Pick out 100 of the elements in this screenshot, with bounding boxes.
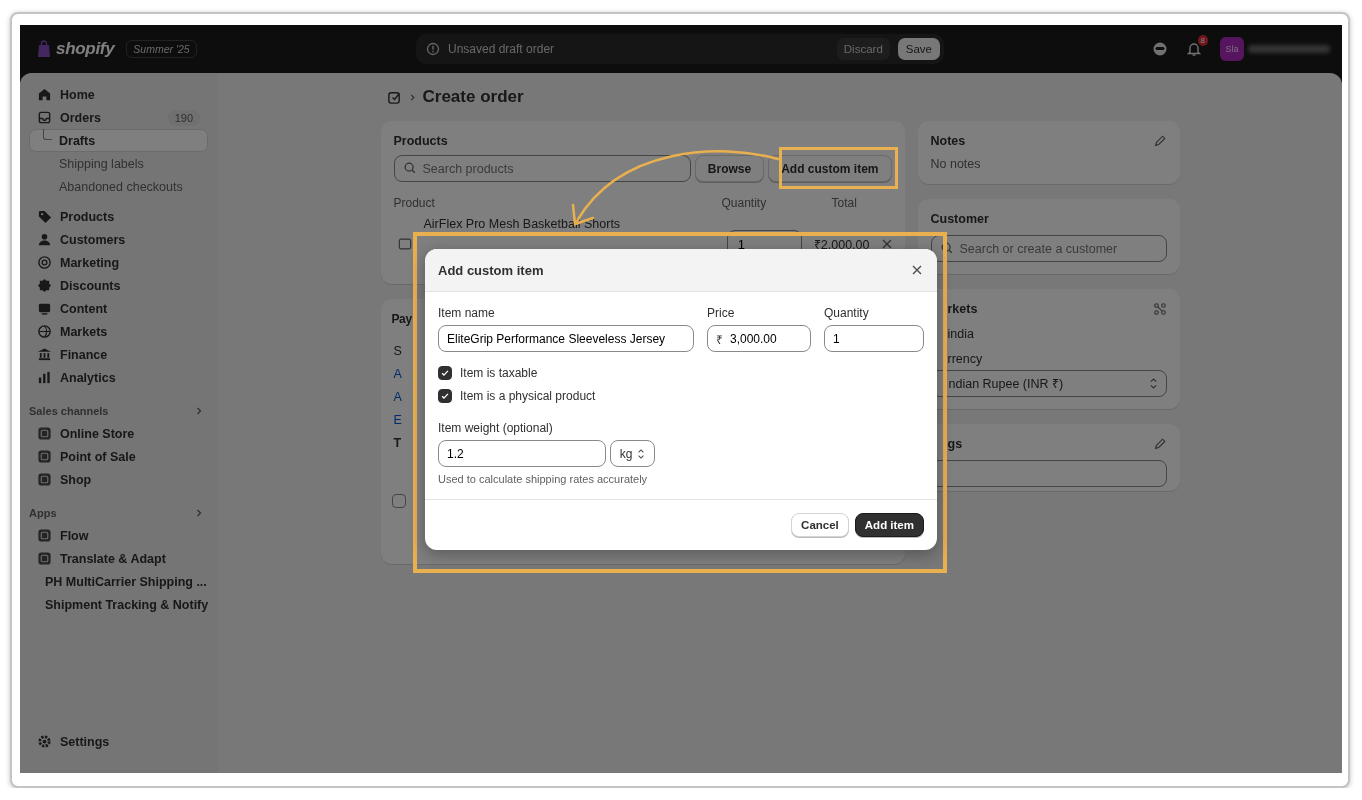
help-text: Used to calculate shipping rates accurately [438, 473, 649, 485]
home-icon [37, 87, 52, 102]
shopping-bag-logo-icon [36, 40, 52, 58]
input-field[interactable]: EliteGrip Performance Sleeveless Jersey [438, 325, 694, 352]
input-field[interactable]: 1 [824, 325, 924, 352]
checkbox[interactable] [438, 366, 452, 380]
checkbox[interactable] [438, 389, 452, 403]
nav-item[interactable]: Products [29, 205, 208, 228]
section-heading: Sales channels [29, 404, 109, 417]
nav-item[interactable]: Finance [29, 343, 208, 366]
customer-search-field[interactable]: Search or create a customer [930, 235, 1167, 262]
nav-subitem[interactable]: Shipping labels [29, 152, 208, 175]
section-heading: Apps [29, 506, 57, 519]
nav-subitem[interactable]: Abandoned checkouts [29, 175, 208, 198]
notes-text: No notes [930, 157, 982, 171]
close-icon [912, 265, 922, 275]
globe-icon [37, 324, 52, 339]
dialog-title: Add custom item [438, 262, 544, 278]
edition-badge: Summer '25 [126, 40, 197, 58]
remove-icon[interactable] [881, 239, 892, 249]
updown-chevron-icon [1148, 377, 1158, 390]
nav-item[interactable]: Markets [29, 320, 208, 343]
nav-item[interactable]: Home [29, 83, 208, 106]
status-text: Unsaved draft order [448, 42, 556, 56]
app-icon [37, 449, 52, 464]
notification-count: 8 [1197, 35, 1208, 46]
settings-icon [37, 734, 52, 749]
browse-button[interactable]: Browse [694, 155, 765, 182]
pencil-icon[interactable] [1152, 437, 1167, 451]
bell-icon[interactable] [1186, 41, 1202, 57]
weight-field[interactable]: 1.2 [438, 440, 606, 467]
checkmark-icon [440, 391, 450, 401]
nav-item[interactable]: Online Store [29, 422, 208, 445]
discard-button[interactable]: Discard [836, 38, 890, 60]
badge-icon [37, 278, 52, 293]
bar-chart-icon [37, 370, 52, 385]
chevron-right-icon[interactable] [194, 405, 204, 416]
nav-item[interactable]: Orders 190 [29, 106, 208, 129]
app-icon [37, 528, 52, 543]
line-total: ₹2,000.00 [813, 236, 870, 253]
unit-select[interactable]: kg [610, 440, 655, 467]
cancel-button[interactable]: Cancel [791, 513, 849, 537]
column-header: Total [831, 196, 858, 210]
field-label: Quantity [824, 306, 870, 320]
payment-label: T [393, 435, 403, 451]
count-badge: 190 [167, 109, 200, 126]
tree-connector [43, 129, 52, 140]
inbox-icon [37, 110, 52, 125]
nav-subitem[interactable]: Drafts [29, 129, 208, 152]
nav-item[interactable]: Flow [29, 524, 208, 547]
field-label: Item weight (optional) [438, 421, 554, 435]
card-title: Pay [391, 311, 412, 327]
add-item-button[interactable]: Add item [854, 513, 924, 537]
nav-item[interactable]: Point of Sale [29, 445, 208, 468]
nav-item[interactable]: Analytics [29, 366, 208, 389]
bank-icon [37, 347, 52, 362]
avatar[interactable]: Sla [1220, 37, 1244, 61]
pencil-icon[interactable] [1152, 134, 1167, 148]
checkbox[interactable] [391, 494, 406, 508]
add-custom-item-button[interactable]: Add custom item [768, 155, 892, 182]
field-label: Price [707, 306, 736, 320]
column-header: Quantity [721, 196, 768, 210]
app-icon [37, 551, 52, 566]
payment-label: S [393, 343, 403, 359]
field-label: Item name [438, 306, 496, 320]
nav-item[interactable]: Shipment Tracking & Notify [29, 593, 208, 616]
card-title: rkets [946, 301, 978, 317]
page-title: Create order [422, 87, 524, 107]
field-label: rrency [946, 352, 984, 366]
checkbox-label[interactable]: Item is taxable [460, 366, 538, 380]
card-title: Customer [930, 211, 989, 227]
search-field[interactable]: Search products [393, 155, 691, 182]
nav-item[interactable]: Settings [29, 730, 208, 753]
image-placeholder-icon [397, 237, 412, 251]
card-title: Notes [930, 133, 966, 149]
nav-item[interactable]: Shop [29, 468, 208, 491]
nav-item[interactable]: Discounts [29, 274, 208, 297]
nav-item[interactable]: PH MultiCarrier Shipping ... [29, 570, 208, 593]
nav-item[interactable]: Content [29, 297, 208, 320]
card-title: gs [946, 436, 963, 452]
logo-wordmark[interactable]: shopify [56, 39, 115, 59]
checkmark-icon [440, 368, 450, 378]
nodes-icon[interactable] [1152, 302, 1167, 316]
tag-icon [37, 209, 52, 224]
edit-order-icon[interactable] [386, 89, 402, 105]
close-button[interactable] [910, 263, 924, 277]
chevron-right-icon[interactable] [194, 507, 204, 518]
nav-item[interactable]: Marketing [29, 251, 208, 274]
market-tag: india [930, 327, 1167, 341]
column-header: Product [393, 196, 436, 210]
app-icon [37, 472, 52, 487]
checkbox-label[interactable]: Item is a physical product [460, 389, 596, 403]
currency-symbol: ₹ [716, 332, 723, 348]
nav-item[interactable]: Customers [29, 228, 208, 251]
nav-item[interactable]: Translate & Adapt [29, 547, 208, 570]
image-icon [37, 301, 52, 316]
updown-chevron-icon [637, 447, 646, 460]
app-icon [37, 426, 52, 441]
save-button[interactable]: Save [897, 38, 940, 60]
card-title: Products [393, 133, 448, 149]
